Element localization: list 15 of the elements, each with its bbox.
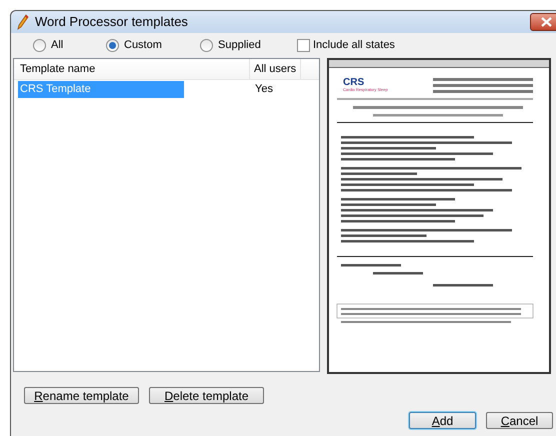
window-title: Word Processor templates: [35, 13, 188, 32]
template-action-button[interactable]: Delete template: [149, 387, 264, 404]
column-header[interactable]: All users: [250, 59, 301, 79]
dialog-button[interactable]: Cancel: [486, 412, 553, 429]
filter-radio[interactable]: All: [33, 37, 106, 54]
pencil-icon: [17, 14, 29, 30]
crs-logo: CRS: [343, 78, 366, 88]
all-users-cell-text: Yes: [254, 82, 273, 98]
filter-radio[interactable]: Supplied: [200, 37, 297, 54]
column-header[interactable]: Template name: [14, 59, 250, 79]
include-all-states-checkbox[interactable]: Include all states: [297, 37, 395, 54]
close-icon: [541, 17, 552, 27]
filter-radio[interactable]: Custom: [106, 37, 200, 54]
template-action-button[interactable]: Rename template: [24, 387, 139, 404]
dialog-button[interactable]: Add: [409, 412, 476, 429]
